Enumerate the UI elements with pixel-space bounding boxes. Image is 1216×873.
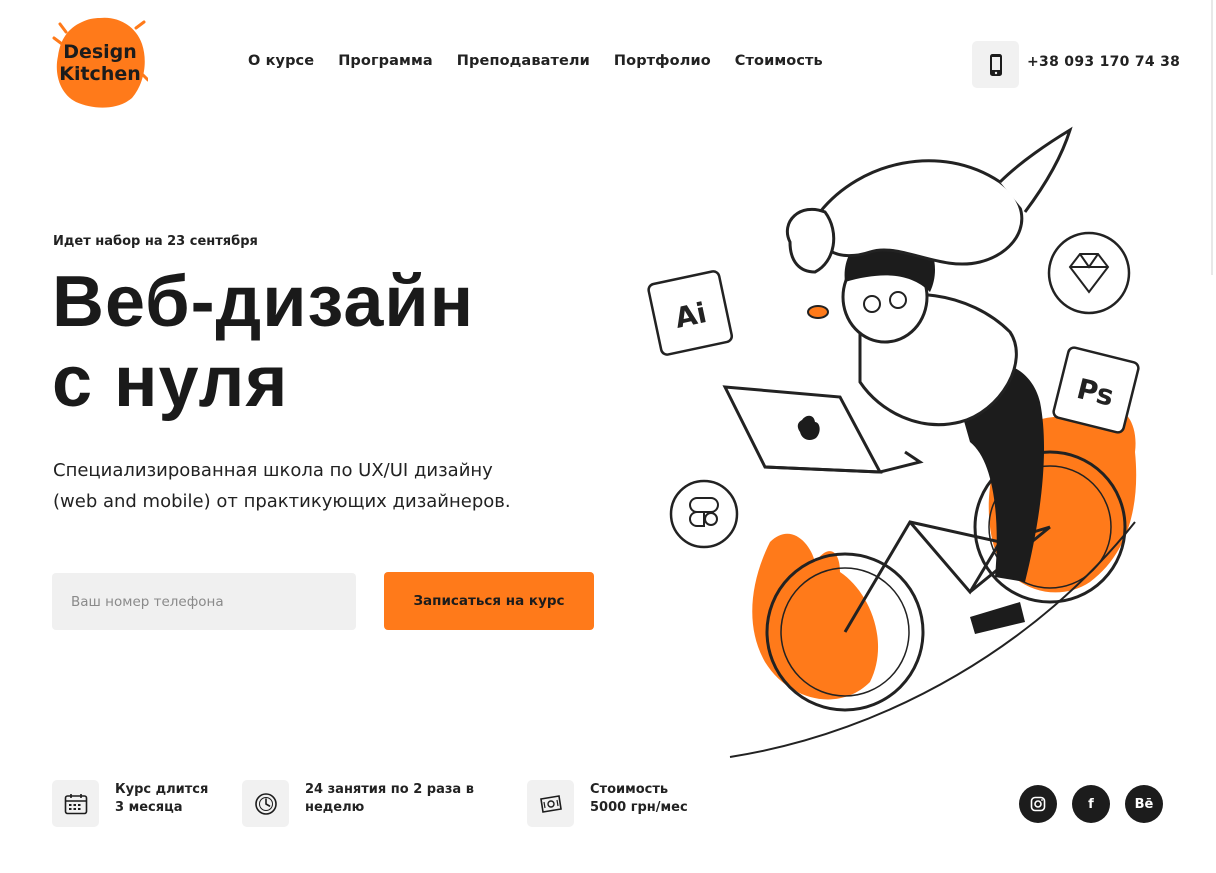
figma-icon	[669, 479, 739, 549]
scrollbar[interactable]	[1211, 0, 1213, 275]
dog	[816, 159, 1024, 266]
behance-link[interactable]: Bē	[1125, 785, 1163, 823]
hero-description-line2: (web and mobile) от практикующих дизайне…	[53, 491, 511, 512]
enroll-button[interactable]: Записаться на курс	[384, 572, 594, 630]
nav-item-portfolio[interactable]: Портфолио	[614, 53, 711, 69]
feature-price-line1: Стоимость	[590, 782, 669, 797]
feature-lessons-line1: 24 занятия по 2 раза в	[305, 782, 474, 797]
illustrator-badge: Ai	[647, 270, 734, 356]
feature-lessons: 24 занятия по 2 раза в неделю	[242, 780, 474, 827]
smartphone-icon	[989, 53, 1002, 76]
behance-icon: Bē	[1134, 796, 1154, 812]
feature-duration-line2: 3 месяца	[115, 800, 183, 815]
feature-price: Стоимость 5000 грн/мес	[527, 780, 688, 827]
photoshop-badge: Ps	[1052, 346, 1140, 434]
nav-item-program[interactable]: Программа	[338, 53, 433, 69]
phone-number-input[interactable]	[52, 573, 356, 630]
instagram-link[interactable]	[1019, 785, 1057, 823]
nav-item-price[interactable]: Стоимость	[735, 53, 823, 69]
logo-text-line1: Design	[63, 41, 137, 63]
nav-item-about[interactable]: О курсе	[248, 53, 314, 69]
hero-description-line1: Специализированная школа по UX/UI дизайн…	[53, 460, 493, 481]
facebook-link[interactable]: f	[1072, 785, 1110, 823]
logo-badge: Design Kitchen	[52, 17, 148, 108]
calendar-icon	[64, 793, 87, 814]
facebook-icon: f	[1088, 796, 1094, 812]
page-title-line1: Веб-дизайн	[52, 262, 475, 342]
feature-lessons-line2: неделю	[305, 800, 365, 815]
feature-duration-line1: Курс длится	[115, 782, 209, 797]
page-title: Веб-дизайн с нуля	[52, 262, 642, 422]
sketch-icon	[1047, 231, 1131, 315]
logo-text-line2: Kitchen	[59, 63, 141, 85]
enrollment-date: Идет набор на 23 сентября	[53, 234, 258, 249]
main-nav: О курсе Программа Преподаватели Портфоли…	[248, 53, 823, 69]
hero-description: Специализированная школа по UX/UI дизайн…	[53, 455, 593, 517]
nav-item-teachers[interactable]: Преподаватели	[457, 53, 590, 69]
money-icon	[539, 794, 562, 813]
header-phone-number[interactable]: +38 093 170 74 38	[1027, 54, 1180, 70]
phone-icon-box[interactable]	[972, 41, 1019, 88]
feature-price-line2: 5000 грн/мес	[590, 800, 688, 815]
clock-icon	[254, 792, 277, 815]
page-title-line2: с нуля	[52, 342, 289, 422]
feature-duration: Курс длится 3 месяца	[52, 780, 208, 827]
logo[interactable]: Design Kitchen	[52, 14, 148, 110]
instagram-icon	[1030, 796, 1046, 812]
hero-illustration: Ai Ps	[640, 122, 1160, 770]
